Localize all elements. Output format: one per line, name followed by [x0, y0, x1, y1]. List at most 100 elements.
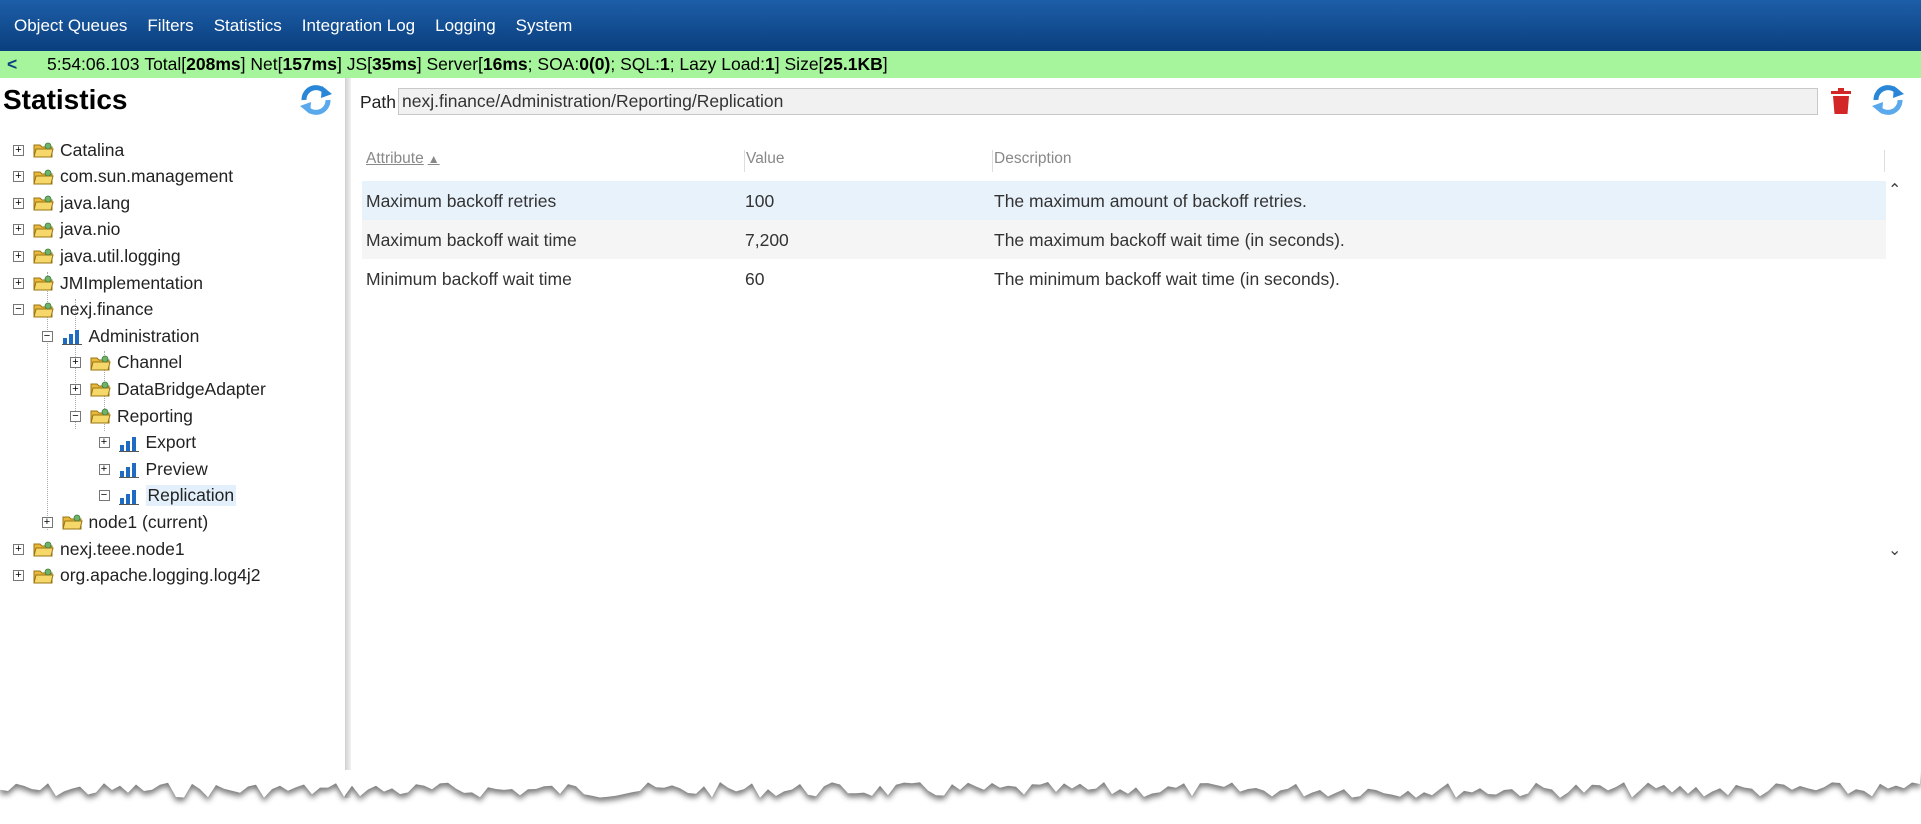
status-size: 25.1KB	[823, 54, 883, 74]
scroll-up-icon[interactable]: ⌃	[1888, 180, 1901, 200]
sort-ascending-icon: ▲	[427, 152, 440, 166]
expand-icon[interactable]: +	[70, 357, 81, 369]
collapse-icon[interactable]: −	[98, 490, 110, 502]
status-net-label: ] Net[	[240, 54, 283, 74]
tree-item[interactable]: + java.lang	[13, 191, 130, 215]
tree-item-label: Reporting	[117, 405, 193, 426]
collapse-icon[interactable]: −	[70, 410, 81, 422]
expand-icon[interactable]: +	[13, 224, 24, 236]
cell-attribute: Maximum backoff retries	[366, 191, 557, 211]
tree-item[interactable]: − Reporting	[70, 404, 193, 428]
status-total: 208ms	[186, 54, 241, 74]
tree-item[interactable]: + Channel	[70, 351, 182, 375]
tree-item[interactable]: + org.apache.logging.log4j2	[13, 564, 260, 588]
folder-icon	[90, 381, 111, 397]
status-server: 16ms	[482, 54, 528, 74]
expand-icon[interactable]: +	[13, 570, 24, 582]
bar-chart-icon	[118, 489, 139, 505]
cell-value: 60	[745, 269, 765, 289]
folder-icon	[33, 568, 54, 584]
expand-icon[interactable]: +	[13, 171, 24, 183]
status-soa-label: ; SOA:	[527, 54, 580, 74]
column-header-value[interactable]: Value	[746, 150, 785, 168]
tree-item-label: java.nio	[60, 219, 121, 240]
cell-description: The maximum backoff wait time (in second…	[994, 230, 1345, 250]
nav-filters[interactable]: Filters	[147, 16, 193, 36]
tree-item-label: Preview	[145, 458, 208, 479]
bar-chart-icon	[118, 463, 139, 479]
refresh-icon[interactable]	[298, 82, 334, 118]
tree-item[interactable]: + java.util.logging	[13, 244, 181, 268]
tree-item-label: Catalina	[60, 139, 125, 160]
tree-item[interactable]: + JMImplementation	[13, 271, 203, 295]
status-sql-label: ; SQL:	[610, 54, 660, 74]
column-header-attribute[interactable]: Attribute ▲	[366, 150, 440, 168]
cell-value: 100	[745, 191, 775, 211]
expand-icon[interactable]: +	[41, 516, 53, 528]
status-total-label: Total[	[144, 54, 187, 74]
tree-item[interactable]: + Export	[98, 431, 196, 455]
tree-item-label: Replication	[145, 485, 237, 507]
tree-item[interactable]: − Replication	[98, 484, 237, 508]
tree-item[interactable]: + java.nio	[13, 218, 120, 242]
folder-icon	[90, 408, 111, 424]
trash-icon[interactable]	[1830, 88, 1852, 114]
expand-icon[interactable]: +	[13, 277, 24, 289]
tree-item[interactable]: − nexj.finance	[13, 298, 153, 322]
status-sql: 1	[659, 54, 670, 74]
column-header-description[interactable]: Description	[994, 150, 1072, 168]
status-lazy: 1	[765, 54, 775, 74]
expand-icon[interactable]: +	[70, 383, 81, 395]
column-separator[interactable]	[744, 150, 745, 172]
nav-object-queues[interactable]: Object Queues	[14, 16, 127, 36]
bar-chart-icon	[61, 330, 82, 346]
tree-item[interactable]: + com.sun.management	[13, 165, 233, 189]
tree-item[interactable]: + nexj.teee.node1	[13, 537, 185, 561]
column-separator[interactable]	[992, 150, 993, 172]
scroll-down-icon[interactable]: ⌄	[1888, 540, 1901, 560]
tree-item-label: nexj.finance	[60, 299, 154, 320]
tree-item[interactable]: + Catalina	[13, 138, 124, 162]
expand-icon[interactable]: +	[13, 543, 24, 555]
refresh-icon[interactable]	[1870, 82, 1906, 118]
table-row[interactable]: Maximum backoff retries 100 The maximum am…	[362, 181, 1886, 220]
top-nav: Object Queues Filters Statistics Integra…	[0, 0, 1921, 51]
cell-attribute: Minimum backoff wait time	[366, 269, 572, 289]
expand-icon[interactable]: +	[13, 250, 24, 262]
panel-splitter[interactable]	[345, 78, 351, 798]
tree-item[interactable]: − Administration	[41, 324, 199, 348]
collapse-status-button[interactable]: <	[7, 54, 47, 75]
expand-icon[interactable]: +	[13, 197, 24, 209]
expand-icon[interactable]: +	[98, 437, 110, 449]
nav-logging[interactable]: Logging	[435, 16, 496, 36]
status-time: 5:54:06.103	[47, 54, 140, 74]
status-js: 35ms	[372, 54, 417, 74]
folder-icon	[90, 355, 111, 371]
cell-description: The maximum amount of backoff retries.	[994, 191, 1307, 211]
grid-header: Attribute ▲ Value Description	[362, 150, 1886, 174]
tree-item[interactable]: + node1 (current)	[41, 510, 208, 534]
folder-icon	[33, 222, 54, 238]
tree-item[interactable]: + Preview	[98, 457, 208, 481]
expand-icon[interactable]: +	[13, 144, 24, 156]
table-row[interactable]: Minimum backoff wait time 60 The minimum b…	[362, 259, 1886, 298]
status-net: 157ms	[282, 54, 337, 74]
nav-statistics[interactable]: Statistics	[214, 16, 282, 36]
cell-value: 7,200	[745, 230, 789, 250]
path-label: Path	[360, 92, 396, 112]
status-js-label: ] JS[	[336, 54, 372, 74]
tree-item-label: JMImplementation	[60, 272, 203, 293]
collapse-icon[interactable]: −	[41, 330, 53, 342]
status-soa: 0(0)	[579, 54, 611, 74]
torn-edge	[0, 770, 1921, 802]
column-separator[interactable]	[1884, 150, 1885, 172]
nav-system[interactable]: System	[516, 16, 573, 36]
collapse-icon[interactable]: −	[13, 304, 24, 316]
tree-item-label: Channel	[117, 352, 183, 373]
expand-icon[interactable]: +	[98, 463, 110, 475]
table-row[interactable]: Maximum backoff wait time 7,200 The maximu…	[362, 220, 1886, 259]
path-input[interactable]	[398, 88, 1818, 115]
tree-item-label: java.util.logging	[60, 245, 181, 266]
nav-integration-log[interactable]: Integration Log	[302, 16, 415, 36]
tree-item[interactable]: + DataBridgeAdapter	[70, 377, 266, 401]
